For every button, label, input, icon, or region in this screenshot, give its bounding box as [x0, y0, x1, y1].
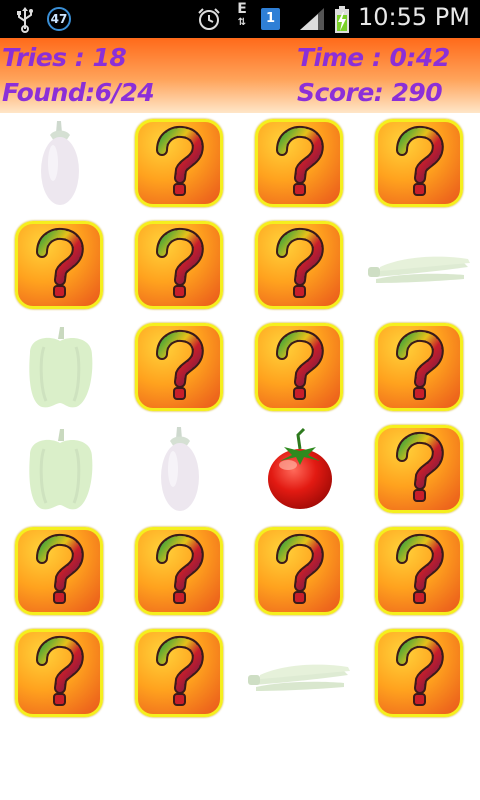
- notification-count-badge: 47: [47, 7, 71, 31]
- card-5-1[interactable]: [0, 521, 120, 623]
- card-back[interactable]: [375, 425, 463, 513]
- card-back[interactable]: [255, 527, 343, 615]
- card-2-3[interactable]: [240, 215, 360, 317]
- card-face-eggplant: [120, 419, 240, 521]
- question-mark-icon: [396, 533, 444, 604]
- card-6-4[interactable]: [360, 623, 480, 725]
- card-face-bell-pepper: [0, 419, 120, 521]
- tomato-icon: [268, 427, 332, 509]
- card-6-2[interactable]: [120, 623, 240, 725]
- usb-icon: [17, 7, 33, 33]
- card-back[interactable]: [15, 527, 103, 615]
- card-back[interactable]: [375, 527, 463, 615]
- card-3-2[interactable]: [120, 317, 240, 419]
- card-2-4: [360, 215, 480, 317]
- card-face-okra: [240, 623, 360, 725]
- card-5-3[interactable]: [240, 521, 360, 623]
- question-mark-icon: [396, 635, 444, 706]
- memory-board: [0, 113, 480, 725]
- status-bar: 47 E ⇅ 1 10:55 PM: [0, 0, 480, 38]
- card-face-tomato: [240, 419, 360, 521]
- score-display: Score: 290: [297, 78, 443, 107]
- card-back[interactable]: [375, 323, 463, 411]
- card-4-1: [0, 419, 120, 521]
- card-back[interactable]: [135, 629, 223, 717]
- card-1-3[interactable]: [240, 113, 360, 215]
- card-4-3: [240, 419, 360, 521]
- card-1-1: [0, 113, 120, 215]
- card-back[interactable]: [255, 119, 343, 207]
- okra-icon: [368, 256, 470, 283]
- card-6-3: [240, 623, 360, 725]
- card-5-4[interactable]: [360, 521, 480, 623]
- card-back[interactable]: [375, 629, 463, 717]
- card-2-2[interactable]: [120, 215, 240, 317]
- network-type-indicator: E ⇅: [236, 2, 248, 30]
- bell-pepper-icon: [29, 429, 93, 510]
- card-face-okra: [360, 215, 480, 317]
- game-header: Tries : 18 Found:6/24 Time : 0:42 Score:…: [0, 38, 480, 113]
- card-back[interactable]: [15, 221, 103, 309]
- eggplant-icon: [161, 427, 199, 511]
- question-mark-icon: [156, 635, 204, 706]
- card-back[interactable]: [375, 119, 463, 207]
- question-mark-icon: [36, 533, 84, 604]
- card-back[interactable]: [135, 119, 223, 207]
- tries-counter: Tries : 18: [2, 43, 127, 72]
- question-mark-icon: [276, 533, 324, 604]
- question-mark-icon: [276, 329, 324, 400]
- data-arrows-icon: ⇅: [237, 17, 247, 28]
- card-2-1[interactable]: [0, 215, 120, 317]
- battery-charging-icon: [335, 6, 349, 33]
- card-back[interactable]: [135, 527, 223, 615]
- card-4-2: [120, 419, 240, 521]
- eggplant-icon: [41, 121, 79, 205]
- bell-pepper-icon: [29, 327, 93, 408]
- card-3-3[interactable]: [240, 317, 360, 419]
- elapsed-time: Time : 0:42: [297, 43, 450, 72]
- question-mark-icon: [276, 227, 324, 298]
- sim-slot-badge: 1: [261, 8, 280, 30]
- found-counter: Found:6/24: [2, 78, 155, 107]
- card-face-eggplant: [0, 113, 120, 215]
- network-letter: E: [237, 1, 247, 17]
- card-3-1: [0, 317, 120, 419]
- card-3-4[interactable]: [360, 317, 480, 419]
- card-back[interactable]: [135, 221, 223, 309]
- question-mark-icon: [396, 431, 444, 502]
- card-back[interactable]: [255, 221, 343, 309]
- question-mark-icon: [396, 125, 444, 196]
- question-mark-icon: [36, 635, 84, 706]
- question-mark-icon: [156, 227, 204, 298]
- question-mark-icon: [156, 125, 204, 196]
- question-mark-icon: [36, 227, 84, 298]
- okra-icon: [248, 664, 350, 691]
- question-mark-icon: [156, 329, 204, 400]
- card-1-2[interactable]: [120, 113, 240, 215]
- question-mark-icon: [396, 329, 444, 400]
- card-6-1[interactable]: [0, 623, 120, 725]
- card-5-2[interactable]: [120, 521, 240, 623]
- card-back[interactable]: [135, 323, 223, 411]
- card-back[interactable]: [255, 323, 343, 411]
- card-back[interactable]: [15, 629, 103, 717]
- alarm-icon: [198, 8, 220, 30]
- question-mark-icon: [276, 125, 324, 196]
- card-face-bell-pepper: [0, 317, 120, 419]
- card-1-4[interactable]: [360, 113, 480, 215]
- signal-strength-icon: [300, 8, 324, 30]
- question-mark-icon: [156, 533, 204, 604]
- card-4-4[interactable]: [360, 419, 480, 521]
- status-clock: 10:55 PM: [358, 3, 470, 31]
